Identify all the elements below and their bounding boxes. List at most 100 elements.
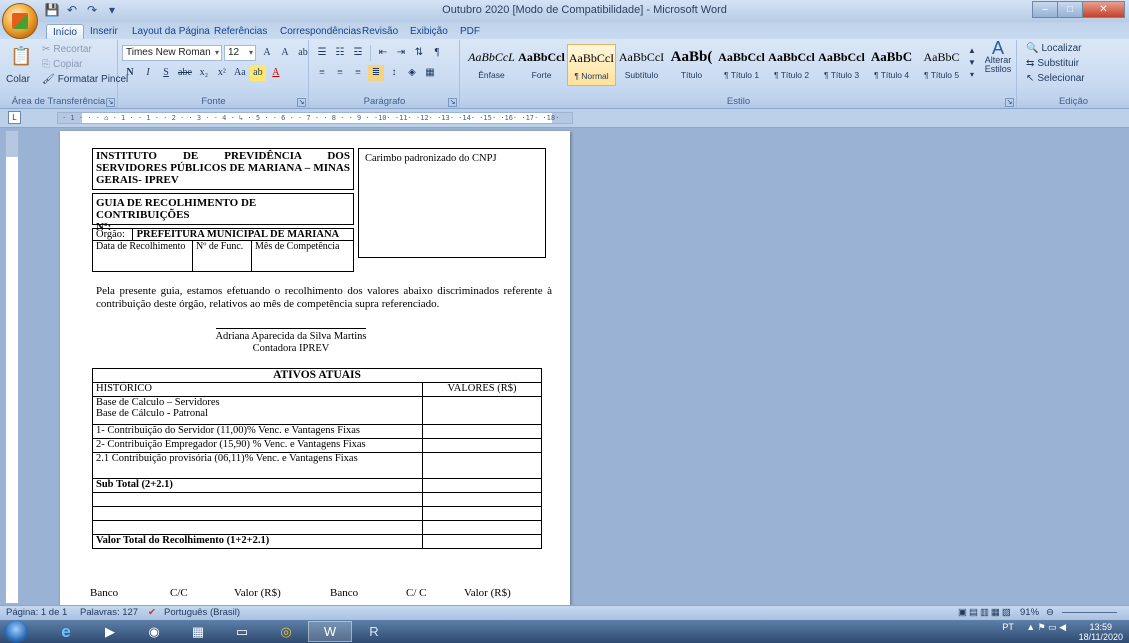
folder-icon[interactable]: ▭ [220, 621, 264, 642]
tab-layout[interactable]: Layout da Página [126, 24, 216, 39]
copy-button[interactable]: ⎘ Copiar [42, 59, 82, 70]
line-spacing-icon[interactable]: ↕ [386, 65, 402, 81]
style-forte[interactable]: AaBbCcl Forte [517, 44, 566, 86]
align-right-icon[interactable]: ≡ [350, 65, 366, 81]
style-titulo-5[interactable]: AaBbC ¶ Título 5 [917, 44, 966, 86]
tab-referencias[interactable]: Referências [208, 24, 273, 39]
font-color-button[interactable]: A [268, 65, 284, 81]
highlight-button[interactable]: ab [249, 65, 266, 81]
style-subtitulo[interactable]: AaBbCcI Subtítulo [617, 44, 666, 86]
font-group: Times New Roman 12 A A ab N I S abe x₂ x… [119, 40, 309, 108]
close-button[interactable]: ✕ [1082, 1, 1125, 18]
subscript-button[interactable]: x₂ [196, 65, 212, 81]
styles-launcher-icon[interactable]: ↘ [1005, 98, 1014, 107]
justify-icon[interactable]: ≣ [368, 65, 384, 81]
select-button[interactable]: ↖ Selecionar [1026, 73, 1085, 84]
zoom-slider[interactable] [1062, 612, 1117, 613]
clipboard-launcher-icon[interactable]: ↘ [106, 98, 115, 107]
paragraph-launcher-icon[interactable]: ↘ [448, 98, 457, 107]
tab-inserir[interactable]: Inserir [84, 24, 124, 39]
style-normal[interactable]: AaBbCcI ¶ Normal [567, 44, 616, 86]
signer-role: Contadora IPREV [252, 343, 330, 354]
tab-selector-icon[interactable]: L [8, 111, 21, 124]
tray-time[interactable]: 13:59 [1090, 622, 1113, 632]
start-button[interactable] [4, 620, 28, 643]
maximize-button[interactable]: □ [1057, 1, 1083, 18]
value-cell[interactable] [422, 396, 542, 425]
language-indicator[interactable]: Português (Brasil) [164, 607, 240, 618]
multilevel-icon[interactable]: ☲ [350, 45, 366, 61]
bold-button[interactable]: N [122, 65, 138, 81]
word-taskbar-icon[interactable]: W [308, 621, 352, 642]
media-player-icon[interactable]: ▶ [88, 621, 132, 642]
change-case-button[interactable]: Aa [232, 65, 248, 81]
strikethrough-button[interactable]: abe [176, 65, 194, 81]
paste-button[interactable]: Colar [6, 74, 30, 85]
shrink-font-button[interactable]: A [277, 45, 293, 61]
zoom-level[interactable]: 91% [1020, 607, 1039, 618]
tray-icons[interactable]: ▲ ⚑ ▭ ◀ [1026, 622, 1066, 632]
clear-format-button[interactable]: ab [295, 45, 311, 61]
font-name-select[interactable]: Times New Roman [122, 45, 222, 61]
bullets-icon[interactable]: ☰ [314, 45, 330, 61]
font-launcher-icon[interactable]: ↘ [297, 98, 306, 107]
tab-pdf[interactable]: PDF [454, 24, 486, 39]
view-buttons[interactable]: ▣▤▥▦▧ [958, 607, 1013, 618]
tray-date[interactable]: 18/11/2020 [1079, 632, 1123, 642]
value-cell[interactable] [422, 452, 542, 479]
numbering-icon[interactable]: ☷ [332, 45, 348, 61]
value-cell[interactable] [422, 478, 542, 493]
decrease-indent-icon[interactable]: ⇤ [375, 45, 391, 61]
value-cell[interactable] [422, 534, 542, 549]
shading-icon[interactable]: ◈ [404, 65, 420, 81]
adobe-icon[interactable]: R [352, 621, 396, 642]
document-page[interactable]: INSTITUTO DE PREVIDÊNCIA DOS SERVIDORES … [60, 131, 570, 605]
horizontal-ruler[interactable]: · 1 · · · ⌂ · 1 · · 1 · · 2 · · 3 · · 4 … [57, 112, 573, 124]
paste-icon[interactable]: 📋 [10, 46, 32, 67]
italic-button[interactable]: I [140, 65, 156, 81]
style-titulo-4[interactable]: AaBbC ¶ Título 4 [867, 44, 916, 86]
value-cell[interactable] [422, 506, 542, 521]
value-cell[interactable] [422, 424, 542, 439]
superscript-button[interactable]: x² [214, 65, 230, 81]
find-button[interactable]: 🔍 Localizar [1026, 43, 1081, 54]
align-center-icon[interactable]: ≡ [332, 65, 348, 81]
sort-icon[interactable]: ⇅ [411, 45, 427, 61]
value-cell[interactable] [422, 520, 542, 535]
office-button[interactable] [2, 3, 38, 39]
style-titulo-1[interactable]: AaBbCcl ¶ Título 1 [717, 44, 766, 86]
value-cell[interactable] [422, 438, 542, 453]
tab-inicio[interactable]: Início [46, 24, 84, 39]
grow-font-button[interactable]: A [259, 45, 275, 61]
borders-icon[interactable]: ▦ [422, 65, 438, 81]
format-painter-button[interactable]: 🖌 Formatar Pincel [42, 74, 128, 85]
page-count[interactable]: Página: 1 de 1 [6, 607, 67, 618]
style-titulo[interactable]: AaBb(Título [667, 44, 716, 86]
pilcrow-icon[interactable]: ¶ [429, 45, 445, 61]
vertical-ruler[interactable] [5, 130, 19, 604]
proofing-icon[interactable]: ✔ [148, 607, 156, 618]
styles-scroll[interactable]: ▲ ▼ ▾ [968, 46, 976, 79]
firefox-icon[interactable]: ◉ [132, 621, 176, 642]
zoom-out-icon[interactable]: ⊖ [1046, 607, 1054, 618]
tab-exibicao[interactable]: Exibição [404, 24, 454, 39]
chrome-icon[interactable]: ◎ [264, 621, 308, 642]
underline-button[interactable]: S [158, 65, 174, 81]
ie-icon[interactable]: e [44, 621, 88, 642]
align-left-icon[interactable]: ≡ [314, 65, 330, 81]
cut-button[interactable]: ✂ Recortar [42, 44, 92, 55]
value-cell[interactable] [422, 492, 542, 507]
minimize-button[interactable]: – [1032, 1, 1058, 18]
change-styles-button[interactable]: A Alterar Estilos [983, 39, 1013, 74]
increase-indent-icon[interactable]: ⇥ [393, 45, 409, 61]
tab-correspondencias[interactable]: Correspondências [274, 24, 367, 39]
replace-button[interactable]: ⇆ Substituir [1026, 58, 1079, 69]
style-titulo-3[interactable]: AaBbCcl ¶ Título 3 [817, 44, 866, 86]
style-enfase[interactable]: AaBbCcL Ênfase [467, 44, 516, 86]
word-count[interactable]: Palavras: 127 [80, 607, 138, 618]
excel-icon[interactable]: ▦ [176, 621, 220, 642]
tray-language[interactable]: PT [1002, 622, 1013, 632]
font-size-select[interactable]: 12 [224, 45, 256, 61]
style-titulo-2[interactable]: AaBbCcl ¶ Título 2 [767, 44, 816, 86]
tab-revisao[interactable]: Revisão [356, 24, 404, 39]
